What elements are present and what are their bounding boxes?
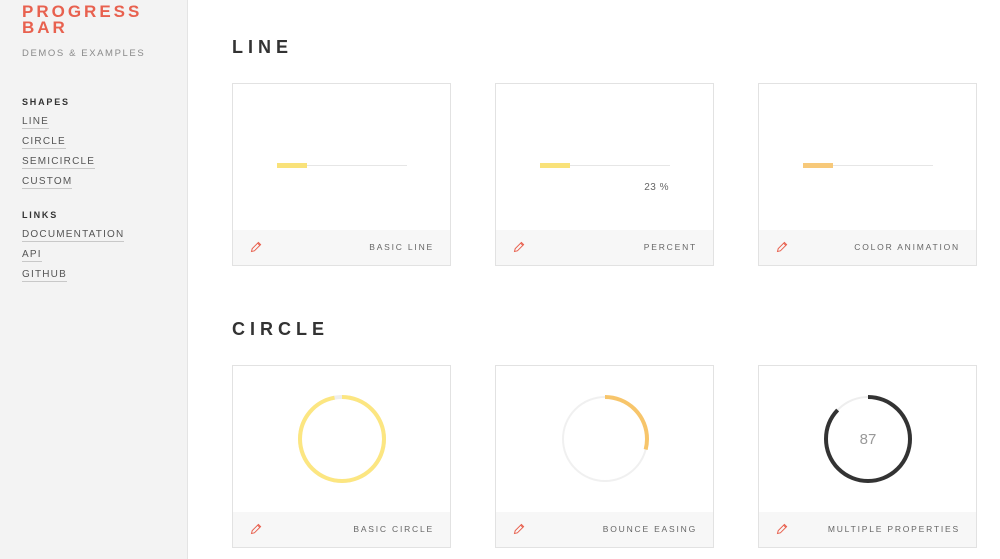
pencil-icon[interactable] (249, 240, 263, 254)
progress-fill (540, 163, 570, 168)
circle-arc (298, 395, 386, 483)
card-basic-circle: BASIC CIRCLE (232, 365, 451, 548)
card-label: BOUNCE EASING (602, 524, 697, 534)
card-bounce-easing: BOUNCE EASING (495, 365, 714, 548)
progress-fill (277, 163, 307, 168)
card-percent: 23 % PERCENT (495, 83, 714, 266)
circle-demo (496, 366, 713, 513)
card-label: BASIC LINE (369, 242, 434, 252)
line-demo (233, 84, 450, 231)
links-nav: LINKS DOCUMENTATION API GITHUB (22, 210, 187, 282)
card-label: PERCENT (643, 242, 697, 252)
pencil-icon[interactable] (249, 522, 263, 536)
brand-title[interactable]: PROGRESS BAR (22, 3, 142, 36)
brand-tagline: DEMOS & EXAMPLES (22, 48, 146, 59)
pencil-icon[interactable] (512, 522, 526, 536)
main-content: LINE BASIC LINE 23 % PERCENT COLOR ANIMA… (188, 0, 1000, 559)
pencil-icon[interactable] (512, 240, 526, 254)
card-label: COLOR ANIMATION (854, 242, 960, 252)
nav-link-semicircle[interactable]: SEMICIRCLE (22, 156, 96, 169)
circle-progress (298, 395, 386, 483)
card-footer: BOUNCE EASING (496, 512, 713, 547)
line-demo (759, 84, 976, 231)
circle-progress (561, 395, 649, 483)
card-footer: BASIC CIRCLE (233, 512, 450, 547)
circle-value-text: 87 (860, 431, 877, 448)
nav-link-github[interactable]: GITHUB (22, 269, 67, 282)
card-label: BASIC CIRCLE (353, 524, 434, 534)
pencil-icon[interactable] (775, 522, 789, 536)
card-footer: MULTIPLE PROPERTIES (759, 512, 976, 547)
card-multiple-properties: 87 MULTIPLE PROPERTIES (758, 365, 977, 548)
nav-link-custom[interactable]: CUSTOM (22, 176, 73, 189)
card-footer: BASIC LINE (233, 230, 450, 265)
nav-link-circle[interactable]: CIRCLE (22, 136, 66, 149)
nav-link-line[interactable]: LINE (22, 116, 50, 129)
sidebar: PROGRESS BAR DEMOS & EXAMPLES SHAPES LIN… (0, 0, 188, 559)
circle-progress: 87 (824, 395, 912, 483)
shapes-heading: SHAPES (22, 97, 70, 107)
nav-link-api[interactable]: API (22, 249, 42, 262)
section-title-line: LINE (232, 37, 294, 57)
progress-fill (803, 163, 833, 168)
card-color-animation: COLOR ANIMATION (758, 83, 977, 266)
pencil-icon[interactable] (775, 240, 789, 254)
circle-demo (233, 366, 450, 513)
links-heading: LINKS (22, 210, 58, 220)
circle-demo: 87 (759, 366, 976, 513)
nav-link-documentation[interactable]: DOCUMENTATION (22, 229, 125, 242)
percent-text: 23 % (644, 182, 669, 193)
card-footer: COLOR ANIMATION (759, 230, 976, 265)
line-demo: 23 % (496, 84, 713, 231)
section-title-circle: CIRCLE (232, 319, 329, 339)
card-basic-line: BASIC LINE (232, 83, 451, 266)
card-label: MULTIPLE PROPERTIES (827, 524, 960, 534)
card-footer: PERCENT (496, 230, 713, 265)
shapes-nav: SHAPES LINE CIRCLE SEMICIRCLE CUSTOM (22, 97, 187, 189)
